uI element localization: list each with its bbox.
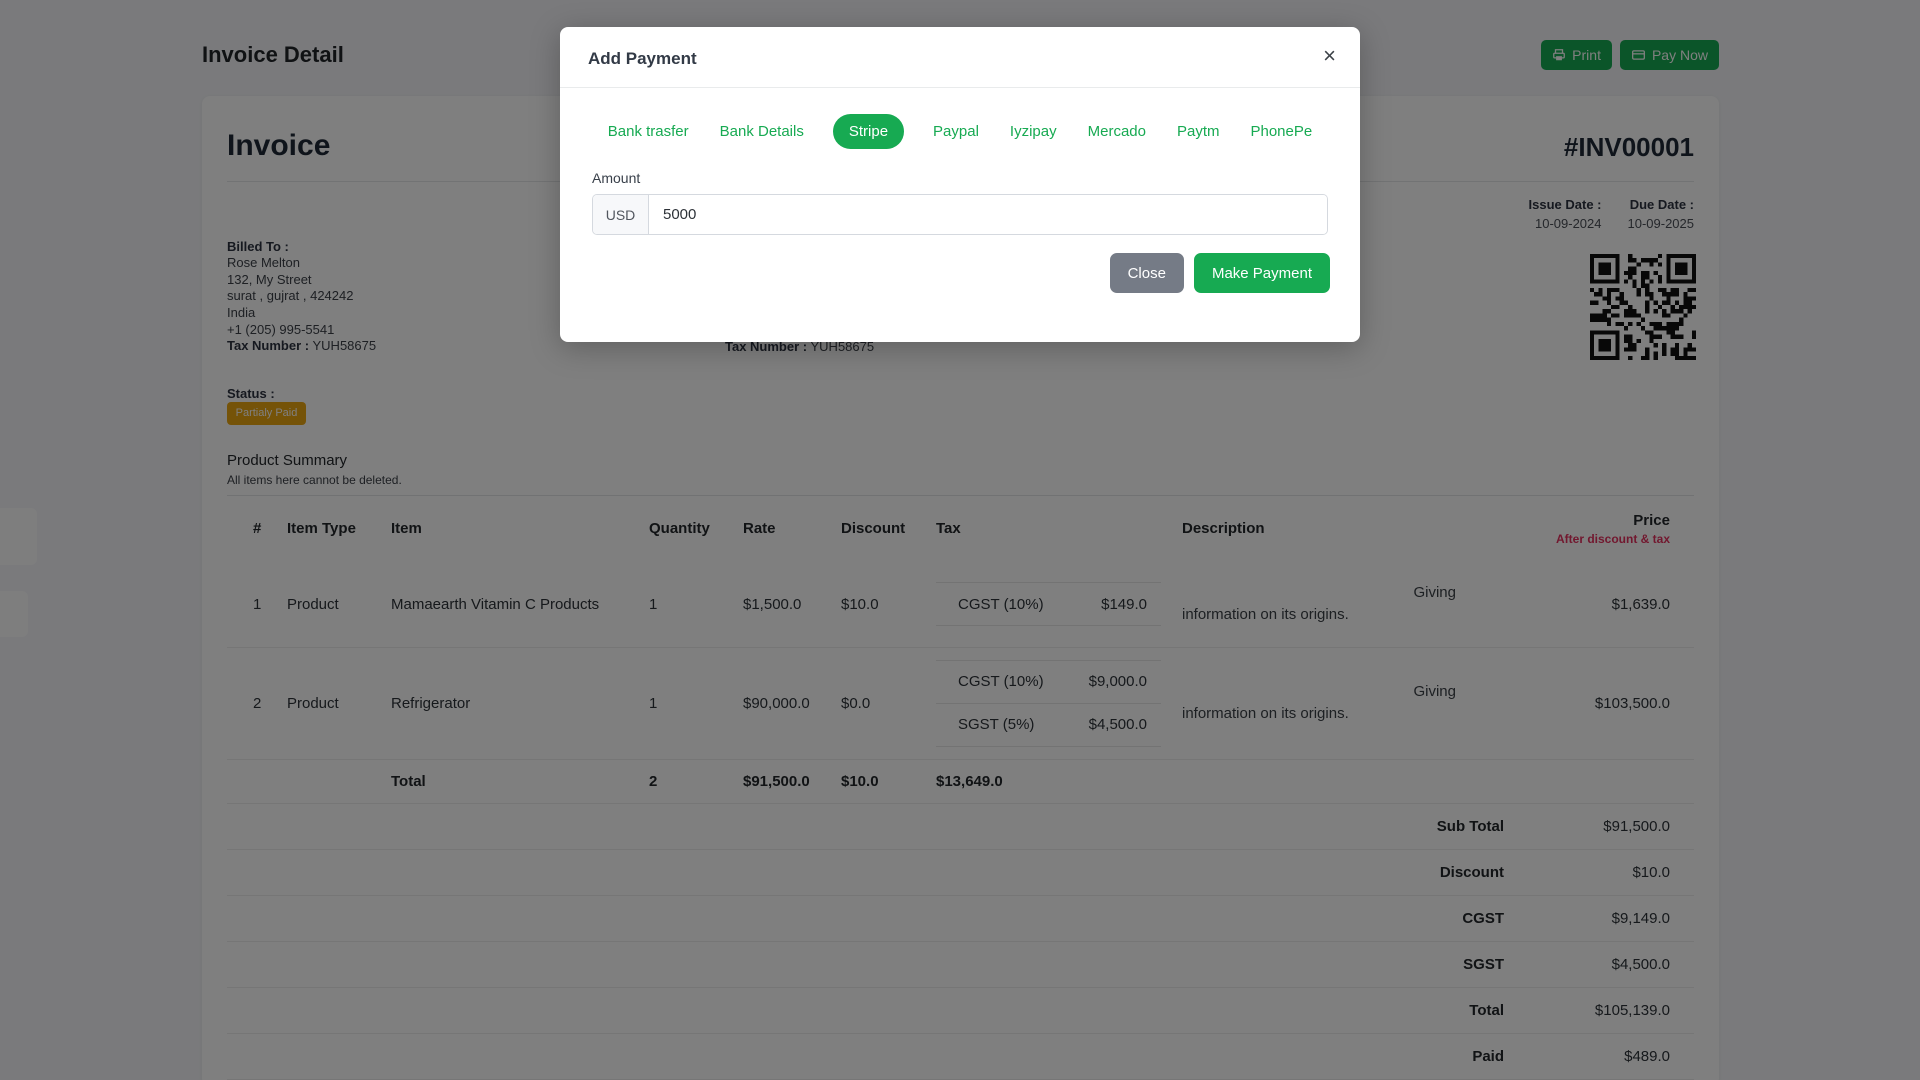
modal-title: Add Payment xyxy=(588,49,697,68)
currency-prefix: USD xyxy=(593,195,649,234)
tab-phonepe[interactable]: PhonePe xyxy=(1248,114,1314,149)
tab-bank-trasfer[interactable]: Bank trasfer xyxy=(606,114,691,149)
tab-stripe[interactable]: Stripe xyxy=(832,114,905,149)
tab-paytm[interactable]: Paytm xyxy=(1175,114,1222,149)
tab-mercado[interactable]: Mercado xyxy=(1086,114,1148,149)
tab-iyzipay[interactable]: Iyzipay xyxy=(1008,114,1059,149)
amount-input-group: USD xyxy=(592,194,1328,235)
make-payment-button[interactable]: Make Payment xyxy=(1193,253,1330,293)
tab-bank-details[interactable]: Bank Details xyxy=(718,114,806,149)
close-button[interactable]: Close xyxy=(1109,253,1184,293)
close-icon[interactable]: × xyxy=(1323,45,1336,67)
payment-method-tabs: Bank trasfer Bank Details Stripe Paypal Iyzi… xyxy=(560,114,1360,149)
add-payment-modal: Add Payment × Bank trasfer Bank Details St… xyxy=(560,27,1360,342)
tab-paypal[interactable]: Paypal xyxy=(931,114,981,149)
amount-input[interactable] xyxy=(649,195,1327,234)
amount-label: Amount xyxy=(592,170,641,186)
